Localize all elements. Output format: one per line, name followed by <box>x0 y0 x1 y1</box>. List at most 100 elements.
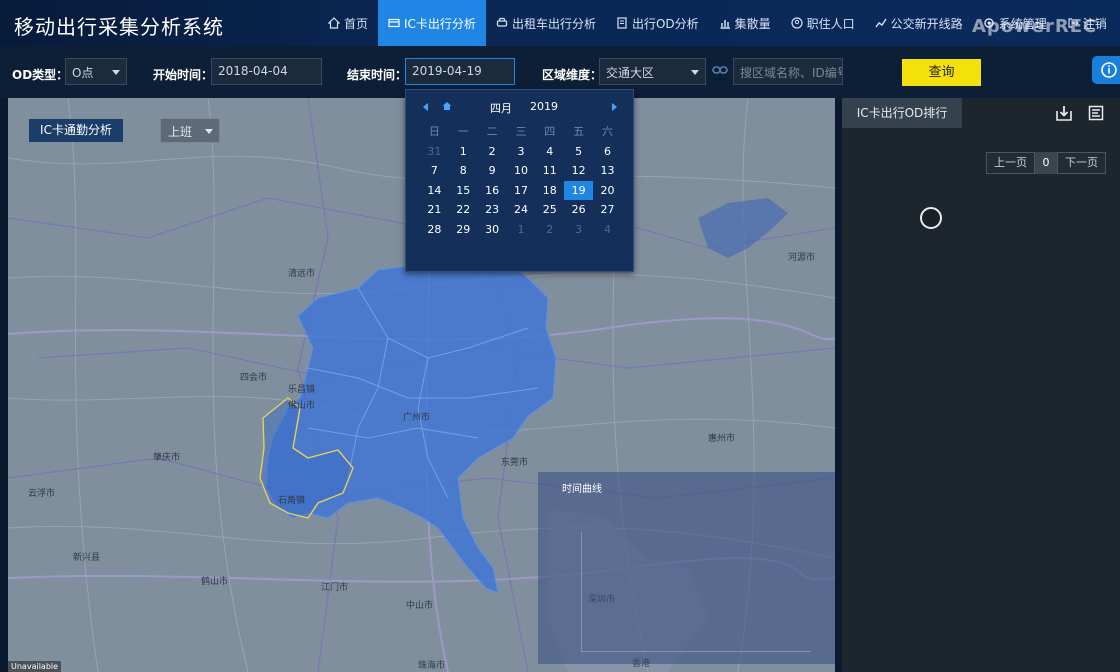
map-place-label: 石角镇 <box>278 496 306 506</box>
prev-page-button[interactable]: 上一页 <box>986 152 1035 174</box>
end-date-input[interactable]: 2019-04-19 <box>405 58 515 85</box>
week-row: 28 29 30 1 2 3 4 <box>420 220 622 240</box>
export-icon[interactable] <box>1088 105 1104 121</box>
map-place-label: 广州市 <box>403 413 431 423</box>
map-place-label: 乐昌镇 <box>288 385 316 395</box>
calendar-day[interactable]: 21 <box>420 200 449 220</box>
calendar-header: 四月 2019 <box>406 100 635 116</box>
calendar-day[interactable]: 29 <box>449 220 478 240</box>
download-icon[interactable] <box>1056 105 1072 121</box>
pagination: 上一页 0 下一页 <box>986 152 1106 174</box>
nav-item-4[interactable]: 集散量 <box>709 0 781 46</box>
nav-item-3[interactable]: 出行OD分析 <box>606 0 709 46</box>
calendar-day[interactable]: 20 <box>593 181 622 201</box>
calendar-day[interactable]: 1 <box>449 142 478 162</box>
calendar-day[interactable]: 2 <box>535 220 564 240</box>
nav-item-label: 首页 <box>344 16 369 31</box>
calendar-day[interactable]: 24 <box>507 200 536 220</box>
calendar-day[interactable]: 31 <box>420 142 449 162</box>
query-button[interactable]: 查询 <box>902 59 981 86</box>
calendar-day[interactable]: 6 <box>593 142 622 162</box>
calendar-day[interactable]: 25 <box>535 200 564 220</box>
region-select[interactable]: 交通大区 <box>599 58 706 85</box>
nav-item-label: 出租车出行分析 <box>511 16 596 31</box>
map-unavailable-badge: Unavailable <box>8 661 62 672</box>
recorder-watermark: ApowerREC <box>972 16 1098 37</box>
person-icon <box>791 17 803 29</box>
region-label: 区域维度： <box>542 68 603 82</box>
calendar-day[interactable]: 3 <box>507 142 536 162</box>
calendar-day[interactable]: 11 <box>535 161 564 181</box>
calendar-day[interactable]: 17 <box>507 181 536 201</box>
loading-spinner <box>920 207 942 229</box>
chevron-down-icon <box>112 70 120 75</box>
calendar-day[interactable]: 13 <box>593 161 622 181</box>
weekday-row: 日一二三四五六 <box>420 122 622 142</box>
calendar-day[interactable]: 4 <box>593 220 622 240</box>
next-page-button[interactable]: 下一页 <box>1057 152 1106 174</box>
od-type-label: OD类型： <box>12 68 69 82</box>
map-place-label: 佛山市 <box>288 401 316 411</box>
week-row: 21 22 23 24 25 26 27 <box>420 200 622 220</box>
calendar-day[interactable]: 26 <box>564 200 593 220</box>
od-type-value: O点 <box>72 66 94 80</box>
nav-item-6[interactable]: 公交新开线路 <box>865 0 973 46</box>
calendar-day[interactable]: 22 <box>449 200 478 220</box>
start-date-input[interactable]: 2018-04-04 <box>211 58 322 85</box>
period-select[interactable]: 上班 <box>160 118 220 143</box>
map-place-label: 鹤山市 <box>201 577 229 587</box>
calendar-day[interactable]: 16 <box>478 181 507 201</box>
app-title: 移动出行采集分析系统 <box>14 15 224 39</box>
calendar-day[interactable]: 3 <box>564 220 593 240</box>
calendar-month[interactable]: 四月 <box>490 100 512 116</box>
region-search-input[interactable]: 搜区域名称、ID编号 <box>733 58 843 85</box>
calendar-day[interactable]: 30 <box>478 220 507 240</box>
calendar-day[interactable]: 18 <box>535 181 564 201</box>
home-icon[interactable] <box>442 101 452 111</box>
nav-item-0[interactable]: 首页 <box>318 0 378 46</box>
document-icon <box>617 17 627 29</box>
calendar-day-selected[interactable]: 19 <box>564 180 594 200</box>
calendar-day[interactable]: 2 <box>478 142 507 162</box>
nav-item-label: 集散量 <box>734 16 771 31</box>
calendar-grid: 日一二三四五六 31 1 2 3 4 5 6 7 8 9 10 11 12 13 14 15 16 17 18 19 20… <box>420 122 622 239</box>
nav-item-2[interactable]: 出租车出行分析 <box>486 0 606 46</box>
calendar-day[interactable]: 15 <box>449 181 478 201</box>
ic-commute-analysis-tab[interactable]: IC卡通勤分析 <box>29 119 123 142</box>
weekday-label: 一 <box>457 125 469 138</box>
nav-item-1[interactable]: IC卡出行分析 <box>378 0 486 46</box>
od-type-select[interactable]: O点 <box>65 58 127 85</box>
chevron-left-icon[interactable] <box>423 103 428 111</box>
calendar-day[interactable]: 7 <box>420 161 449 181</box>
calendar-day[interactable]: 5 <box>564 142 593 162</box>
calendar-day[interactable]: 9 <box>478 161 507 181</box>
info-button[interactable] <box>1092 56 1120 84</box>
calendar-day[interactable]: 14 <box>420 181 449 201</box>
calendar-day[interactable]: 28 <box>420 220 449 240</box>
calendar-day[interactable]: 4 <box>535 142 564 162</box>
calendar-year[interactable]: 2019 <box>530 100 558 113</box>
map-place-label: 肇庆市 <box>153 453 181 463</box>
calendar-day[interactable]: 23 <box>478 200 507 220</box>
od-ranking-tab[interactable]: IC卡出行OD排行 <box>842 98 962 128</box>
region-value: 交通大区 <box>606 66 655 80</box>
calendar-day[interactable]: 1 <box>507 220 536 240</box>
nav-item-5[interactable]: 职住人口 <box>781 0 865 46</box>
week-row: 31 1 2 3 4 5 6 <box>420 142 622 162</box>
calendar-day[interactable]: 10 <box>507 161 536 181</box>
chevron-down-icon <box>205 129 213 134</box>
nav-item-label: IC卡出行分析 <box>404 16 476 31</box>
taxi-icon <box>496 17 508 27</box>
map-place-label: 惠州市 <box>708 434 736 444</box>
calendar-day[interactable]: 12 <box>564 161 593 181</box>
calendar-day[interactable]: 8 <box>449 161 478 181</box>
weekday-label: 四 <box>544 125 556 138</box>
map-place-label: 珠海市 <box>418 661 446 671</box>
map-place-label: 河源市 <box>788 253 816 263</box>
map-place-label: 云浮市 <box>28 489 56 499</box>
calendar-day[interactable]: 27 <box>593 200 622 220</box>
time-curve-title: 时间曲线 <box>562 484 602 495</box>
chevron-right-icon[interactable] <box>612 103 617 111</box>
end-time-label: 结束时间： <box>347 68 408 82</box>
nav-item-label: 出行OD分析 <box>631 16 699 31</box>
